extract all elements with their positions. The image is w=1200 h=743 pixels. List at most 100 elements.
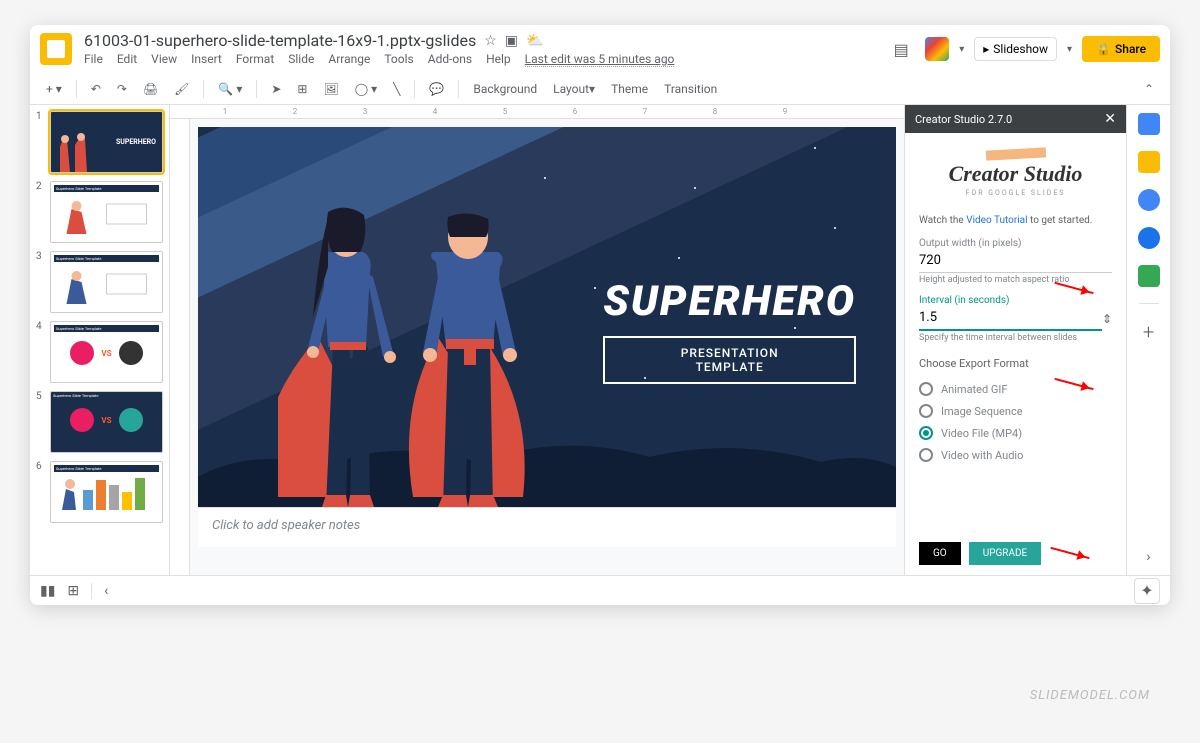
panel-title: Creator Studio 2.7.0 (915, 113, 1012, 126)
menu-slide[interactable]: Slide (288, 52, 314, 67)
textbox-icon[interactable]: ⊞ (291, 78, 313, 100)
explore-button[interactable]: ✦ (1134, 578, 1160, 604)
upgrade-button[interactable]: UPGRADE (969, 542, 1042, 565)
interval-field: Interval (in seconds) ⇕ Specify the time… (919, 295, 1112, 343)
slide-text: SUPERHERO PRESENTATION TEMPLATE (603, 277, 856, 384)
speaker-notes[interactable]: Click to add speaker notes (198, 507, 896, 547)
video-tutorial-link[interactable]: Video Tutorial (966, 215, 1027, 226)
last-edit[interactable]: Last edit was 5 minutes ago (525, 52, 675, 67)
paint-format-icon[interactable]: 🖌 (168, 78, 195, 100)
canvas-area: 123456789 (170, 105, 904, 575)
thumbnail-2[interactable]: 2 Superhero Slide Template (36, 181, 163, 243)
hero-illustration (278, 167, 578, 507)
filmstrip-view-icon[interactable]: ▮▮ (40, 583, 55, 599)
maps-icon[interactable] (1138, 265, 1160, 287)
layout-button[interactable]: Layout ▾ (547, 78, 601, 100)
menu-tools[interactable]: Tools (384, 52, 413, 67)
transition-button[interactable]: Transition (658, 78, 723, 100)
brand-logo: Creator Studio FOR GOOGLE SLIDES (905, 133, 1126, 211)
menu-arrange[interactable]: Arrange (328, 52, 370, 67)
thumbnail-1[interactable]: 1 SUPERHERO (36, 111, 163, 173)
output-width-input[interactable] (919, 249, 1112, 273)
toolbar: + ▾ ↶ ↷ 🖨 🖌 🔍 ▾ ➤ ⊞ 🖼 ◯ ▾ ╲ 💬 Background… (30, 73, 1170, 105)
panel-footer: GO UPGRADE (905, 532, 1126, 575)
lock-icon: 🔒 (1096, 42, 1111, 56)
grid-view-icon[interactable]: ⊞ (67, 583, 79, 599)
shape-icon[interactable]: ◯ ▾ (349, 78, 383, 100)
redo-icon[interactable]: ↷ (111, 78, 133, 100)
slideshow-button[interactable]: ▸ Slideshow (974, 37, 1057, 61)
width-hint: Height adjusted to match aspect ratio (919, 275, 1112, 285)
theme-button[interactable]: Theme (605, 78, 654, 100)
collapse-icon[interactable]: ⌃ (1138, 78, 1160, 100)
tasks-icon[interactable] (1138, 189, 1160, 211)
main: 1 SUPERHERO 2 Superhero Slide Template 3… (30, 105, 1170, 575)
meet-icon[interactable] (925, 37, 949, 61)
thumbnail-4[interactable]: 4 Superhero Slide Template VS (36, 321, 163, 383)
option-mp4[interactable]: Video File (MP4) (919, 422, 1112, 444)
select-tool-icon[interactable]: ➤ (265, 78, 287, 100)
thumbnail-3[interactable]: 3 Superhero Slide Template (36, 251, 163, 313)
slide: SUPERHERO PRESENTATION TEMPLATE (198, 127, 896, 507)
menu-file[interactable]: File (84, 52, 103, 67)
menu-addons[interactable]: Add-ons (428, 52, 472, 67)
zoom-icon[interactable]: 🔍 ▾ (212, 78, 248, 100)
play-icon: ▸ (983, 42, 989, 56)
menubar: File Edit View Insert Format Slide Arran… (84, 52, 875, 67)
tutorial-text: Watch the Video Tutorial to get started. (919, 215, 1112, 226)
print-icon[interactable]: 🖨 (137, 78, 164, 100)
image-icon[interactable]: 🖼 (317, 78, 344, 100)
collapse-right-icon[interactable]: › (1146, 549, 1150, 575)
document-title[interactable]: 61003-01-superhero-slide-template-16x9-1… (84, 31, 476, 50)
menu-edit[interactable]: Edit (117, 52, 137, 67)
bottombar: ▮▮ ⊞ ‹ ✦ (30, 575, 1170, 605)
move-icon[interactable]: ▣ (505, 33, 518, 49)
add-addon-icon[interactable]: + (1143, 320, 1154, 344)
thumbnail-5[interactable]: 5 Superhero Slide Template VS (36, 391, 163, 453)
comments-icon[interactable]: ▤ (887, 35, 915, 63)
thumb-1-title: SUPERHERO (116, 138, 156, 146)
star-icon[interactable]: ☆ (484, 33, 497, 49)
menu-format[interactable]: Format (236, 52, 274, 67)
interval-label: Interval (in seconds) (919, 295, 1112, 306)
menu-help[interactable]: Help (486, 52, 511, 67)
addon-bar: + › (1126, 105, 1170, 575)
share-button[interactable]: 🔒 Share (1082, 36, 1160, 62)
output-width-field: Output width (in pixels) Height adjusted… (919, 238, 1112, 285)
app-window: 61003-01-superhero-slide-template-16x9-1… (30, 25, 1170, 605)
slide-canvas[interactable]: SUPERHERO PRESENTATION TEMPLATE Click to… (190, 119, 904, 575)
width-label: Output width (in pixels) (919, 238, 1112, 249)
filmstrip[interactable]: 1 SUPERHERO 2 Superhero Slide Template 3… (30, 105, 170, 575)
watermark: SLIDEMODEL.COM (1030, 688, 1150, 703)
close-icon[interactable]: ✕ (1104, 111, 1116, 127)
ruler-horizontal: 123456789 (170, 105, 904, 119)
new-slide-button[interactable]: + ▾ (40, 78, 68, 100)
titlebar: 61003-01-superhero-slide-template-16x9-1… (30, 25, 1170, 73)
panel-header: Creator Studio 2.7.0 ✕ (905, 105, 1126, 133)
go-button[interactable]: GO (919, 542, 961, 565)
menu-insert[interactable]: Insert (191, 52, 222, 67)
menu-view[interactable]: View (151, 52, 177, 67)
interval-input[interactable] (919, 306, 1102, 331)
title-area: 61003-01-superhero-slide-template-16x9-1… (84, 31, 875, 67)
option-video-audio[interactable]: Video with Audio (919, 444, 1112, 466)
title-right: ▤ ▾ ▸ Slideshow ▾ 🔒 Share (887, 35, 1160, 63)
background-button[interactable]: Background (467, 78, 543, 100)
export-format-label: Choose Export Format (919, 357, 1112, 370)
back-icon[interactable]: ‹ (104, 583, 108, 599)
slide-subtitle-box: PRESENTATION TEMPLATE (603, 336, 856, 384)
share-label: Share (1115, 42, 1146, 56)
calendar-icon[interactable] (1138, 113, 1160, 135)
contacts-icon[interactable] (1138, 227, 1160, 249)
ruler-vertical (170, 119, 190, 575)
cloud-icon[interactable]: ⛅ (526, 33, 543, 49)
option-image-sequence[interactable]: Image Sequence (919, 400, 1112, 422)
comment-icon[interactable]: 💬 (423, 78, 450, 100)
line-icon[interactable]: ╲ (387, 78, 406, 100)
stepper-icon[interactable]: ⇕ (1102, 312, 1112, 326)
thumbnail-6[interactable]: 6 Superhero Slide Template (36, 461, 163, 523)
slides-logo-icon[interactable] (40, 33, 72, 65)
keep-icon[interactable] (1138, 151, 1160, 173)
undo-icon[interactable]: ↶ (85, 78, 107, 100)
slide-title: SUPERHERO (603, 277, 856, 326)
